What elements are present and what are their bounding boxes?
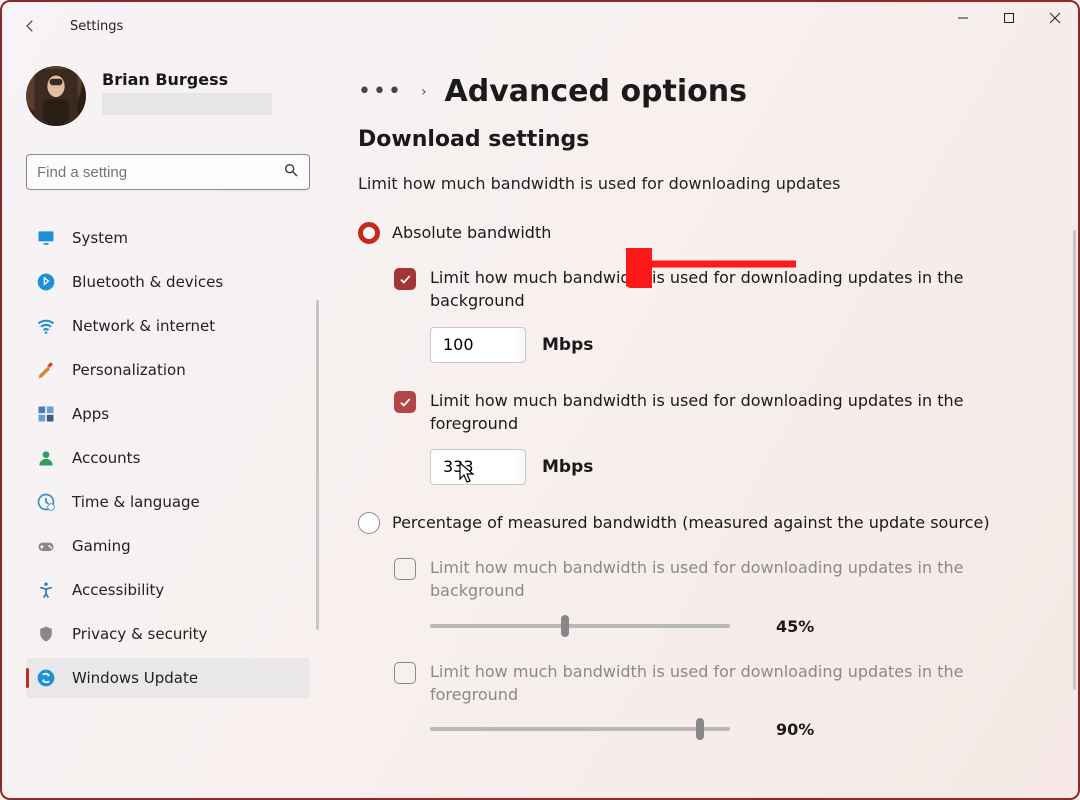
maximize-button[interactable] xyxy=(986,2,1032,34)
checkbox-label-pct-bg: Limit how much bandwidth is used for dow… xyxy=(430,556,1030,602)
sidebar-item-label: Bluetooth & devices xyxy=(72,273,223,291)
sidebar-item-label: Accounts xyxy=(72,449,140,467)
radio-label-percentage: Percentage of measured bandwidth (measur… xyxy=(392,511,990,534)
minimize-button[interactable] xyxy=(940,2,986,34)
sidebar: Brian Burgess System Bluetooth & devices N… xyxy=(2,50,322,798)
maximize-icon xyxy=(1003,12,1015,24)
sidebar-scrollbar[interactable] xyxy=(316,300,319,630)
wifi-icon xyxy=(36,316,56,336)
monitor-icon xyxy=(36,228,56,248)
slider-thumb[interactable] xyxy=(561,615,569,637)
shield-icon xyxy=(36,624,56,644)
sidebar-item-label: Privacy & security xyxy=(72,625,207,643)
checkbox-fg-limit[interactable]: Limit how much bandwidth is used for dow… xyxy=(394,389,1030,435)
clock-icon xyxy=(36,492,56,512)
accessibility-icon xyxy=(36,580,56,600)
pct-bg-slider[interactable] xyxy=(430,624,730,628)
slider-thumb[interactable] xyxy=(696,718,704,740)
pct-bg-slider-row: 45% xyxy=(430,617,1030,636)
pct-fg-slider[interactable] xyxy=(430,727,730,731)
sidebar-item-label: System xyxy=(72,229,128,247)
sidebar-item-label: Accessibility xyxy=(72,581,164,599)
checkbox-pct-bg[interactable]: Limit how much bandwidth is used for dow… xyxy=(394,556,1030,602)
checkbox-label-bg: Limit how much bandwidth is used for dow… xyxy=(430,266,1030,312)
bg-unit: Mbps xyxy=(542,335,593,355)
sidebar-item-accounts[interactable]: Accounts xyxy=(26,438,310,478)
fg-unit: Mbps xyxy=(542,457,593,477)
user-name: Brian Burgess xyxy=(102,70,272,89)
avatar-image xyxy=(34,69,78,123)
sidebar-item-apps[interactable]: Apps xyxy=(26,394,310,434)
person-icon xyxy=(36,448,56,468)
avatar[interactable] xyxy=(26,66,86,126)
nav-list: System Bluetooth & devices Network & inter… xyxy=(26,218,310,698)
content-scrollbar[interactable] xyxy=(1073,230,1076,690)
checkbox-icon xyxy=(394,391,416,413)
section-subheading: Limit how much bandwidth is used for dow… xyxy=(358,174,1030,193)
window-controls xyxy=(940,2,1078,34)
sidebar-item-windows-update[interactable]: Windows Update xyxy=(26,658,310,698)
search-box[interactable] xyxy=(26,154,310,190)
user-block: Brian Burgess xyxy=(26,66,310,126)
fg-bandwidth-input[interactable]: 333 xyxy=(430,449,526,485)
sidebar-item-network[interactable]: Network & internet xyxy=(26,306,310,346)
bluetooth-icon xyxy=(36,272,56,292)
checkbox-bg-limit[interactable]: Limit how much bandwidth is used for dow… xyxy=(394,266,1030,312)
brush-icon xyxy=(36,360,56,380)
sidebar-item-label: Gaming xyxy=(72,537,131,555)
radio-icon xyxy=(358,222,380,244)
fg-value-row: 333 Mbps xyxy=(430,449,1030,485)
breadcrumb-more-icon[interactable]: ••• xyxy=(358,79,403,104)
radio-absolute-bandwidth[interactable]: Absolute bandwidth xyxy=(358,221,1030,244)
sidebar-item-bluetooth[interactable]: Bluetooth & devices xyxy=(26,262,310,302)
sidebar-item-time[interactable]: Time & language xyxy=(26,482,310,522)
checkbox-icon xyxy=(394,268,416,290)
arrow-left-icon xyxy=(21,17,39,35)
sidebar-item-label: Network & internet xyxy=(72,317,215,335)
checkbox-label-fg: Limit how much bandwidth is used for dow… xyxy=(430,389,1030,435)
breadcrumb: ••• › Advanced options xyxy=(358,74,1030,109)
radio-percentage-bandwidth[interactable]: Percentage of measured bandwidth (measur… xyxy=(358,511,1030,534)
titlebar: Settings xyxy=(2,2,1078,50)
sidebar-item-label: Windows Update xyxy=(72,669,198,687)
sidebar-item-system[interactable]: System xyxy=(26,218,310,258)
checkbox-label-pct-fg: Limit how much bandwidth is used for dow… xyxy=(430,660,1030,706)
checkbox-icon xyxy=(394,662,416,684)
user-subtitle-placeholder xyxy=(102,93,272,115)
bg-value-row: 100 Mbps xyxy=(430,327,1030,363)
sidebar-item-privacy[interactable]: Privacy & security xyxy=(26,614,310,654)
search-input[interactable] xyxy=(37,164,283,181)
back-button[interactable] xyxy=(10,6,50,46)
gamepad-icon xyxy=(36,536,56,556)
sidebar-item-personalization[interactable]: Personalization xyxy=(26,350,310,390)
sidebar-item-label: Personalization xyxy=(72,361,186,379)
app-title: Settings xyxy=(70,19,123,34)
sidebar-item-label: Apps xyxy=(72,405,109,423)
content: ••• › Advanced options Download settings… xyxy=(322,50,1078,798)
apps-icon xyxy=(36,404,56,424)
chevron-right-icon: › xyxy=(421,84,427,100)
checkbox-icon xyxy=(394,558,416,580)
search-icon xyxy=(283,162,299,182)
radio-label-absolute: Absolute bandwidth xyxy=(392,221,551,244)
sidebar-item-gaming[interactable]: Gaming xyxy=(26,526,310,566)
bg-bandwidth-input[interactable]: 100 xyxy=(430,327,526,363)
pct-bg-value: 45% xyxy=(776,617,814,636)
close-icon xyxy=(1049,12,1061,24)
refresh-icon xyxy=(36,668,56,688)
pct-fg-slider-row: 90% xyxy=(430,720,1030,739)
sidebar-item-label: Time & language xyxy=(72,493,200,511)
close-button[interactable] xyxy=(1032,2,1078,34)
pct-fg-value: 90% xyxy=(776,720,814,739)
sidebar-item-accessibility[interactable]: Accessibility xyxy=(26,570,310,610)
minimize-icon xyxy=(957,12,969,24)
checkbox-pct-fg[interactable]: Limit how much bandwidth is used for dow… xyxy=(394,660,1030,706)
section-heading: Download settings xyxy=(358,127,1030,152)
radio-icon xyxy=(358,512,380,534)
page-title: Advanced options xyxy=(445,74,747,109)
